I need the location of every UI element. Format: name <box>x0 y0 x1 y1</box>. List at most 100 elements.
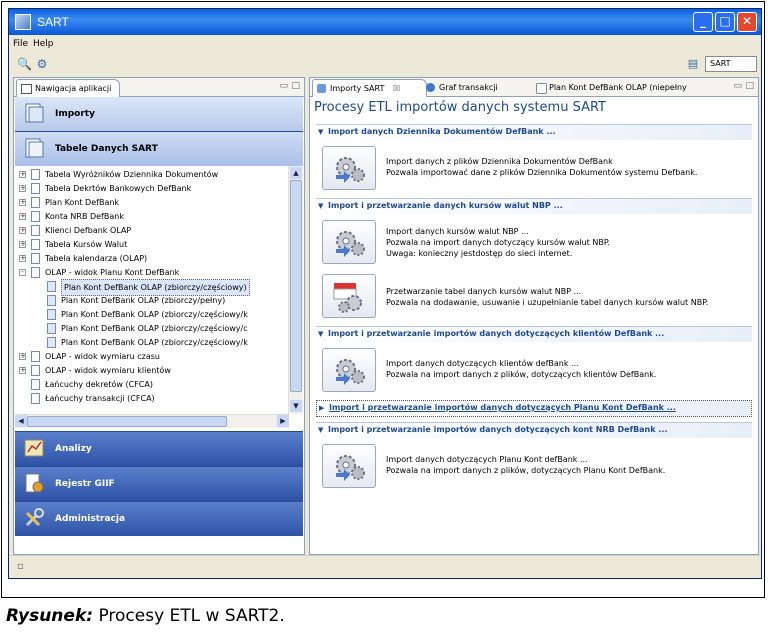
expand-triangle-icon: ▼ <box>318 128 324 136</box>
tree-item-label: OLAP - widok wymiaru klientów <box>45 366 171 375</box>
scroll-up-icon[interactable]: ▲ <box>290 167 302 179</box>
window-title: SART <box>37 15 69 29</box>
maximize-button[interactable]: □ <box>715 12 735 32</box>
title-bar: SART _ □ ✕ <box>9 9 761 35</box>
document-icon <box>31 239 40 250</box>
tab-plan-kont-label: Plan Kont DefBank OLAP (niepełny <box>549 83 687 92</box>
expand-icon[interactable]: + <box>19 367 26 374</box>
editor-tab-bar: Importy SART ☒ Graf transakcji Plan Kont… <box>310 78 758 97</box>
expand-icon[interactable]: + <box>19 227 26 234</box>
import-nrb-button[interactable] <box>322 444 376 488</box>
scroll-left-icon[interactable]: ◀ <box>15 415 27 427</box>
app-window: SART _ □ ✕ File Help 🔍 ⚙ ▤ SART Nawigacj… <box>8 8 762 579</box>
minimize-button[interactable]: _ <box>693 12 713 32</box>
document-icon <box>31 197 40 208</box>
minimize-view-icon[interactable]: ▭ <box>279 81 288 91</box>
expand-icon[interactable]: + <box>19 255 26 262</box>
document-icon <box>31 169 40 180</box>
nav-analizy[interactable]: Analizy <box>15 431 303 466</box>
import-dziennik-desc: Import danych z plików Dziennika Dokumen… <box>386 157 698 177</box>
nav-importy[interactable]: Importy <box>15 97 303 132</box>
tab-importy-sart[interactable]: Importy SART ☒ <box>312 79 427 97</box>
import-klienci-button[interactable] <box>322 348 376 392</box>
expand-triangle-icon: ▼ <box>318 330 324 338</box>
section-dziennik-title: Import danych Dziennika Dokumentów DefBa… <box>328 127 556 136</box>
tab-close-icon[interactable]: ☒ <box>393 84 400 93</box>
maximize-editor-icon[interactable]: □ <box>745 81 754 91</box>
perspective-label: SART <box>710 59 731 68</box>
section-plan-kont[interactable]: ▶ Import i przetwarzanie importów danych … <box>316 400 752 417</box>
perspective-button[interactable]: SART <box>705 56 757 72</box>
tree-item-label: Tabela Dekrtów Bankowych DefBank <box>45 184 192 193</box>
tree-horizontal-scrollbar[interactable]: ◀ ▶ <box>15 414 289 428</box>
tab-importy-sart-label: Importy SART <box>330 84 385 93</box>
tree-item-label: Plan Kont DefBank <box>45 198 120 207</box>
nav-tabele[interactable]: Tabele Danych SART <box>15 132 303 167</box>
document-icon <box>31 225 40 236</box>
menu-help[interactable]: Help <box>33 39 54 49</box>
collapsed-triangle-icon: ▶ <box>319 404 325 412</box>
gears-icon <box>336 359 365 385</box>
section-kursy-title: Import i przetwarzanie danych kursów wal… <box>328 201 563 210</box>
open-perspective-icon[interactable]: ▤ <box>685 57 701 71</box>
minimize-editor-icon[interactable]: ▭ <box>733 81 742 91</box>
import-nrb-desc: Import danych dotyczących Planu Kont def… <box>386 455 666 475</box>
document-icon <box>47 295 56 306</box>
menu-file[interactable]: File <box>13 39 28 49</box>
tab-navigation[interactable]: Nawigacja aplikacji <box>16 79 121 97</box>
section-klienci-title: Import i przetwarzanie importów danych d… <box>328 329 665 338</box>
data-tables-tree: + Tabela Wyróżników Dziennika Dokumentów +… <box>15 166 303 428</box>
search-icon[interactable]: 🔍 <box>17 57 32 71</box>
close-button[interactable]: ✕ <box>737 12 757 32</box>
tab-graf-transakcji[interactable]: Graf transakcji <box>422 79 498 96</box>
tab-plan-kont[interactable]: Plan Kont DefBank OLAP (niepełny <box>532 79 687 96</box>
przetwarzanie-kursy-desc: Przetwarzanie tabel danych kursów walut … <box>386 287 709 307</box>
tree-item-label: Tabela kalendarza (OLAP) <box>45 254 148 263</box>
gear-icon[interactable]: ⚙ <box>35 57 49 71</box>
expand-icon[interactable]: + <box>19 213 26 220</box>
fast-view-icon[interactable]: ▫ <box>17 561 24 572</box>
expand-triangle-icon: ▼ <box>318 426 324 434</box>
nav-administracja[interactable]: Administracja <box>15 501 303 536</box>
przetwarzanie-kursy-button[interactable] <box>322 274 376 318</box>
table-icon <box>25 138 44 158</box>
tree-scroll-thumb[interactable] <box>290 180 302 392</box>
figure-frame: SART _ □ ✕ File Help 🔍 ⚙ ▤ SART Nawigacj… <box>1 1 765 598</box>
expand-icon[interactable]: + <box>19 185 26 192</box>
figure-caption: Rysunek: Procesy ETL w SART2. <box>6 606 285 626</box>
gears-icon <box>336 455 365 481</box>
import-klienci-desc: Import danych dotyczących klientów defBa… <box>386 359 657 379</box>
section-klienci[interactable]: ▼ Import i przetwarzanie importów danych … <box>316 326 752 342</box>
tree-item-label: Plan Kont DefBank OLAP (zbiorczy/częścio… <box>61 338 248 347</box>
expand-icon[interactable]: + <box>19 171 26 178</box>
expand-triangle-icon: ▼ <box>318 202 324 210</box>
tree-vertical-scrollbar[interactable]: ▲ ▼ <box>288 166 303 414</box>
section-nrb[interactable]: ▼ Import i przetwarzanie importów danych … <box>316 422 752 438</box>
scroll-down-icon[interactable]: ▼ <box>290 400 302 412</box>
import-kursy-button[interactable] <box>322 220 376 264</box>
tree-item-label: OLAP - widok wymiaru czasu <box>45 352 160 361</box>
tree-item-label: Konta NRB DefBank <box>45 212 124 221</box>
section-kursy-walut[interactable]: ▼ Import i przetwarzanie danych kursów wa… <box>316 198 752 214</box>
expand-icon[interactable]: + <box>19 241 26 248</box>
nav-rejestr[interactable]: Rejestr GIIF <box>15 466 303 501</box>
tree-hscroll-thumb[interactable] <box>27 416 227 427</box>
expand-icon[interactable]: + <box>19 353 26 360</box>
page-title: Procesy ETL importów danych systemu SART <box>314 100 606 115</box>
section-dziennik[interactable]: ▼ Import danych Dziennika Dokumentów DefB… <box>316 124 752 140</box>
navigation-tab-bar: Nawigacja aplikacji ▭ □ <box>14 78 304 97</box>
import-dziennik-button[interactable] <box>322 146 376 190</box>
document-icon <box>31 183 40 194</box>
nav-administracja-label: Administracja <box>55 514 126 524</box>
caption-label: Rysunek: <box>6 606 94 626</box>
collapse-icon[interactable]: - <box>19 269 26 276</box>
menu-bar: File Help <box>9 35 761 54</box>
document-icon <box>47 337 56 348</box>
expand-icon[interactable]: + <box>19 199 26 206</box>
document-icon <box>31 351 40 362</box>
tab-graf-label: Graf transakcji <box>439 83 498 92</box>
scroll-right-icon[interactable]: ▶ <box>277 415 289 427</box>
maximize-view-icon[interactable]: □ <box>291 81 300 91</box>
document-icon <box>47 309 56 320</box>
app-icon <box>15 14 31 30</box>
